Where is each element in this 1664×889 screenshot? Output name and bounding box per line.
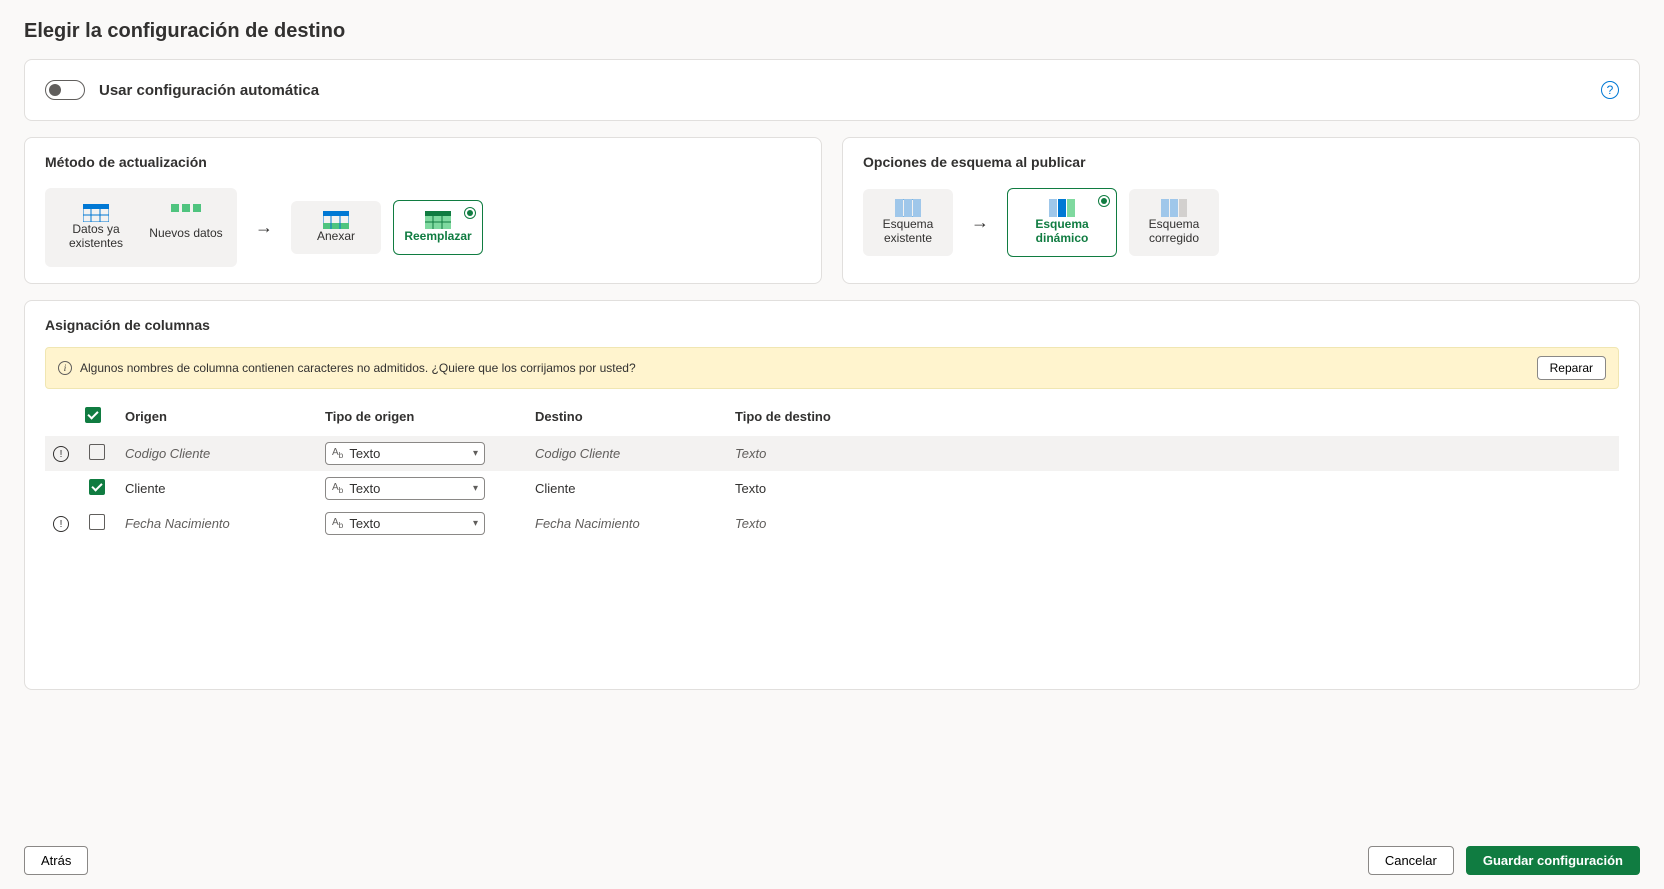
tile-label: Esquema corregido (1133, 217, 1215, 246)
source-data-group: Datos ya existentes Nuevos datos (45, 188, 237, 267)
schema-existing-icon (895, 199, 921, 217)
header-origin: Origen (117, 397, 317, 436)
column-mapping-title: Asignación de columnas (45, 317, 1619, 333)
radio-selected-icon (464, 207, 476, 219)
mapping-table: Origen Tipo de origen Destino Tipo de de… (45, 397, 1619, 541)
type-value: Texto (349, 446, 380, 461)
error-icon: ! (53, 516, 69, 532)
table-blue-icon (83, 204, 109, 222)
tile-new-data: Nuevos datos (141, 194, 231, 261)
tile-label: Datos ya existentes (55, 222, 137, 251)
bars-green-icon (171, 204, 201, 212)
update-method-card: Método de actualización Datos ya existen… (24, 137, 822, 284)
tile-label: Esquema existente (867, 217, 949, 246)
destination-type-cell: Texto (727, 471, 1619, 506)
chevron-down-icon: ▾ (473, 518, 478, 529)
arrow-icon: → (965, 212, 995, 233)
tile-schema-fixed[interactable]: Esquema corregido (1129, 189, 1219, 256)
tile-label: Reemplazar (398, 229, 478, 243)
tile-schema-existing: Esquema existente (863, 189, 953, 256)
update-method-title: Método de actualización (45, 154, 801, 170)
table-row: !Codigo ClienteAbTexto▾Codigo ClienteTex… (45, 436, 1619, 471)
origin-cell: Codigo Cliente (117, 436, 317, 471)
auto-config-toggle[interactable] (45, 80, 85, 100)
schema-dynamic-icon (1049, 199, 1075, 217)
chevron-down-icon: ▾ (473, 483, 478, 494)
text-type-icon: Ab (332, 447, 343, 460)
auto-config-card: Usar configuración automática ? (24, 59, 1640, 121)
destination-cell: Codigo Cliente (527, 436, 727, 471)
checkbox-select-all[interactable] (85, 407, 101, 423)
info-icon: i (58, 361, 72, 375)
back-button[interactable]: Atrás (24, 846, 88, 875)
destination-cell: Fecha Nacimiento (527, 506, 727, 541)
text-type-icon: Ab (332, 517, 343, 530)
arrow-icon: → (249, 217, 279, 238)
table-replace-icon (425, 211, 451, 229)
tile-append[interactable]: Anexar (291, 201, 381, 253)
origin-type-select[interactable]: Ab Texto ▾ (325, 442, 485, 465)
destination-type-cell: Texto (727, 436, 1619, 471)
save-button[interactable]: Guardar configuración (1466, 846, 1640, 875)
schema-options-title: Opciones de esquema al publicar (863, 154, 1619, 170)
row-checkbox[interactable] (89, 514, 105, 530)
text-type-icon: Ab (332, 482, 343, 495)
table-append-icon (323, 211, 349, 229)
chevron-down-icon: ▾ (473, 448, 478, 459)
footer: Atrás Cancelar Guardar configuración (0, 832, 1664, 889)
row-checkbox[interactable] (89, 444, 105, 460)
destination-cell: Cliente (527, 471, 727, 506)
origin-cell: Fecha Nacimiento (117, 506, 317, 541)
destination-type-cell: Texto (727, 506, 1619, 541)
toggle-knob (49, 84, 61, 96)
schema-options-card: Opciones de esquema al publicar Esquema … (842, 137, 1640, 284)
help-icon[interactable]: ? (1601, 81, 1619, 99)
auto-config-label: Usar configuración automática (99, 82, 319, 99)
radio-selected-icon (1098, 195, 1110, 207)
tile-label: Anexar (295, 229, 377, 243)
header-destination-type: Tipo de destino (727, 397, 1619, 436)
tile-existing-data: Datos ya existentes (51, 194, 141, 261)
header-destination: Destino (527, 397, 727, 436)
tile-schema-dynamic[interactable]: Esquema dinámico (1007, 188, 1117, 257)
table-row: ! Fecha Nacimiento Ab Texto ▾ Fecha Nacimient… (45, 506, 1619, 541)
warning-bar: i Algunos nombres de columna contienen c… (45, 347, 1619, 389)
tile-replace[interactable]: Reemplazar (393, 200, 483, 254)
origin-cell: Cliente (117, 471, 317, 506)
type-value: Texto (349, 481, 380, 496)
schema-fixed-icon (1161, 199, 1187, 217)
origin-type-select[interactable]: Ab Texto ▾ (325, 512, 485, 535)
cancel-button[interactable]: Cancelar (1368, 846, 1454, 875)
error-icon: ! (53, 446, 69, 462)
row-checkbox[interactable] (89, 479, 105, 495)
header-origin-type: Tipo de origen (317, 397, 527, 436)
type-value: Texto (349, 516, 380, 531)
page-title: Elegir la configuración de destino (24, 20, 1640, 43)
tile-label: Nuevos datos (145, 226, 227, 240)
repair-button[interactable]: Reparar (1537, 356, 1606, 380)
warning-text: Algunos nombres de columna contienen car… (80, 361, 636, 375)
tile-label: Esquema dinámico (1012, 217, 1112, 246)
table-row: ClienteAbTexto▾ClienteTexto (45, 471, 1619, 506)
origin-type-select[interactable]: Ab Texto ▾ (325, 477, 485, 500)
column-mapping-card: Asignación de columnas i Algunos nombres… (24, 300, 1640, 690)
